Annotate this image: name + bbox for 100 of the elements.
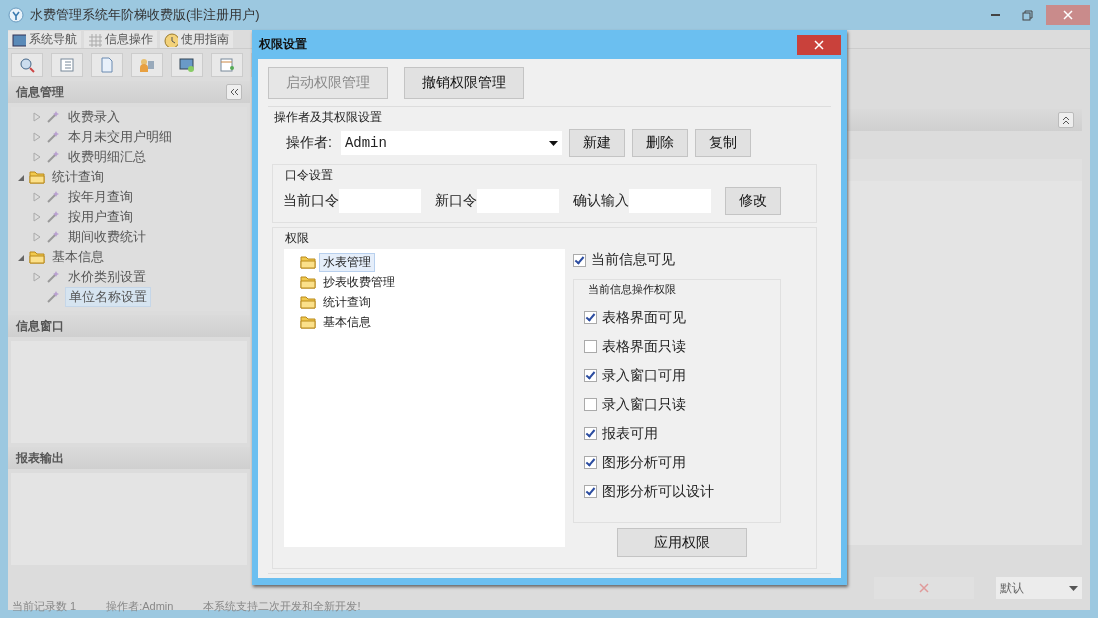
checkbox[interactable] [584,340,597,353]
document-icon [99,57,115,73]
status-text: 操作者:Admin [106,599,174,614]
app-logo-icon [8,7,24,23]
search-icon [19,57,35,73]
tree-item[interactable]: 期间收费统计 [65,228,149,246]
tab[interactable]: 系统导航 [8,31,81,48]
folder-icon [29,249,45,265]
checkbox[interactable] [584,398,597,411]
checkbox-label: 报表可用 [602,424,658,443]
checkbox-label: 当前信息可见 [591,251,675,269]
status-text: 本系统支持二次开发和全新开发! [203,599,361,614]
button[interactable]: 修改 [725,187,781,215]
tree-item[interactable]: 本月未交用户明细 [65,128,175,146]
checkbox-label: 录入窗口可用 [602,366,686,385]
double-chevron-left-icon [229,87,239,97]
close-icon [1063,10,1073,20]
list-icon [59,57,75,73]
form-icon [219,57,235,73]
wand-icon [45,269,61,285]
close-icon [919,583,929,593]
tree-item[interactable]: 单位名称设置 [65,287,151,307]
checkbox[interactable] [584,485,597,498]
group-title: 当前信息操作权限 [587,282,677,297]
close-icon [814,39,824,50]
folder-icon [300,254,316,270]
button[interactable]: 应用权限 [617,528,747,557]
tree-item[interactable]: 基本信息 [319,312,375,332]
button[interactable]: 删除 [631,129,688,157]
double-chevron-up-icon [1061,115,1071,125]
checkbox[interactable] [584,456,597,469]
status-text: 当前记录数 1 [12,599,77,614]
collapse-button[interactable] [226,84,242,100]
tree-item[interactable]: 收费明细汇总 [65,148,149,166]
checkbox-label: 表格界面可见 [602,308,686,327]
minimize-icon [990,14,1000,16]
grid-icon [88,32,102,47]
field-label: 当前口令 [283,192,339,210]
wand-icon [45,189,61,205]
toolbar-button[interactable] [131,53,163,77]
group-title: 口令设置 [284,167,334,184]
close-button[interactable] [797,34,841,55]
panel-title: 信息窗口 [16,317,64,335]
button[interactable]: 复制 [694,129,751,157]
restore-icon [1021,9,1033,21]
dropdown-value: Admin [344,135,387,151]
dropdown-caret-icon [548,140,558,146]
monitor-icon [12,32,26,47]
tree-item[interactable]: 按用户查询 [65,208,136,226]
close-button[interactable] [1046,5,1090,25]
window-title: 水费管理系统年阶梯收费版(非注册用户) [30,6,261,24]
collapse-button[interactable] [1058,112,1074,128]
folder-icon [29,169,45,185]
tab[interactable]: 信息操作 [84,31,157,48]
tab[interactable]: 使用指南 [160,31,233,48]
tree-item[interactable]: 收费录入 [65,108,123,126]
panel-title: 信息管理 [16,83,64,101]
field-label: 操作者: [286,134,332,152]
clock-icon [164,32,178,47]
wand-icon [45,289,61,305]
button[interactable]: 撤销权限管理 [404,67,524,99]
tree-item[interactable]: 统计查询 [49,168,107,186]
wand-icon [45,149,61,165]
checkbox[interactable] [584,369,597,382]
checkbox[interactable] [584,311,597,324]
toolbar-button[interactable] [211,53,243,77]
tree-item[interactable]: 抄表收费管理 [319,272,399,292]
tree-item[interactable]: 统计查询 [319,292,375,312]
checkbox-label: 表格界面只读 [602,337,686,356]
section-title: 操作者及其权限设置 [273,109,383,126]
tree-item[interactable]: 水表管理 [319,252,375,272]
panel-title: 报表输出 [16,449,64,467]
wand-icon [45,109,61,125]
tree-item[interactable]: 按年月查询 [65,188,136,206]
toolbar-button[interactable] [51,53,83,77]
wand-icon [45,129,61,145]
checkbox-label: 图形分析可以设计 [602,482,714,501]
dropdown-caret-icon [1069,585,1078,591]
tree-item[interactable]: 基本信息 [49,248,107,266]
folder-icon [300,314,316,330]
dropdown[interactable]: 默认 [996,577,1082,599]
wand-icon [45,209,61,225]
monitor-icon [179,57,195,73]
folder-icon [300,274,316,290]
toolbar-button[interactable] [11,53,43,77]
checkbox-label: 图形分析可用 [602,453,686,472]
tree-item[interactable]: 水价类别设置 [65,268,149,286]
checkbox[interactable] [584,427,597,440]
button[interactable]: 新建 [568,129,625,157]
dropdown-value: 默认 [1000,579,1024,597]
dialog-title: 权限设置 [259,36,307,53]
group-title: 权限 [284,230,310,247]
checkbox[interactable] [573,253,586,267]
user-icon [139,57,155,73]
field-label: 新口令 [435,192,477,210]
folder-icon [300,294,316,310]
operator-dropdown[interactable]: Admin [340,131,562,155]
toolbar-button[interactable] [171,53,203,77]
wand-icon [45,229,61,245]
field-label: 确认输入 [573,192,629,210]
